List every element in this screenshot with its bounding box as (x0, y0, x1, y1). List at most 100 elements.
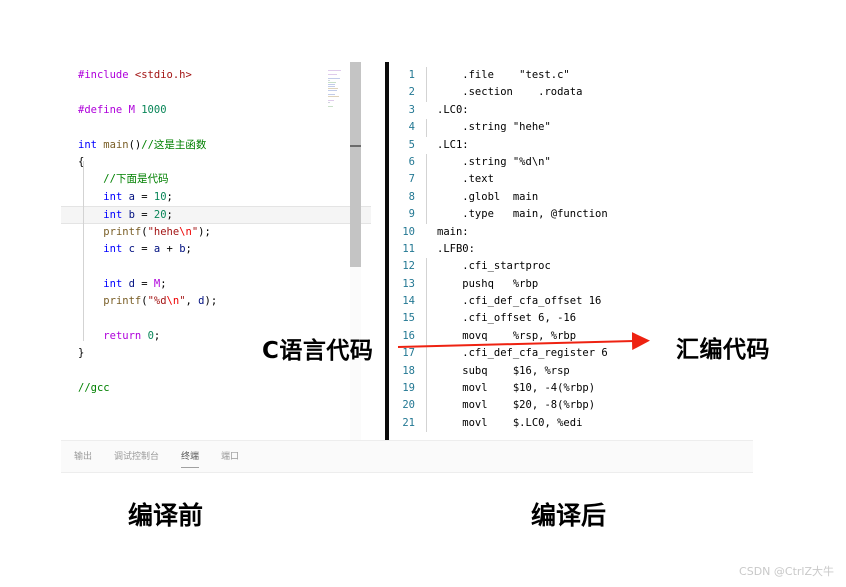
line-number: 1 (408, 69, 415, 81)
line-number: 15 (402, 312, 415, 325)
code-line[interactable] (78, 84, 371, 101)
assembly-line[interactable]: 4 .string "hehe" (389, 119, 608, 137)
assembly-line[interactable]: 19 movl $10, -4(%rbp) (389, 380, 608, 398)
assembly-line[interactable]: 2 .section .rodata (389, 84, 608, 102)
code-token: 10 (153, 190, 167, 203)
line-number: 5 (408, 138, 415, 151)
c-source-editor-pane[interactable]: #include <stdio.h> #define M 1000 int ma… (61, 62, 371, 440)
line-number: 9 (408, 208, 415, 221)
assembly-text: .cfi_def_cfa_offset 16 (437, 295, 602, 308)
assembly-text: movq %rsp, %rbp (437, 329, 577, 342)
assembly-text: .LFB0: (437, 242, 475, 255)
panel-tab-active[interactable]: 终端 (181, 449, 200, 468)
line-number: 3 (408, 103, 415, 116)
assembly-text: .file "test.c" (437, 69, 570, 81)
caption-c-language-code: C语言代码 (262, 338, 374, 364)
code-token: ; (166, 190, 173, 203)
code-token: printf (103, 295, 142, 308)
code-token: "hehe (147, 225, 180, 238)
assembly-text: .text (437, 173, 494, 186)
code-token: \n (166, 295, 180, 308)
assembly-text: .section .rodata (437, 86, 583, 99)
assembly-text: pushq %rbp (437, 277, 539, 290)
assembly-line[interactable]: 5 .LC1: (389, 137, 608, 154)
code-line[interactable]: int b = 20; (61, 206, 371, 224)
code-token: printf (103, 225, 142, 238)
assembly-line[interactable]: 21 movl $.LC0, %edi (389, 414, 608, 433)
code-line[interactable]: int d = M; (78, 276, 371, 293)
assembly-line[interactable]: 8 .globl main (389, 188, 608, 207)
assembly-text: .string "%d\n" (437, 155, 551, 168)
line-number: 4 (408, 121, 415, 134)
line-number: 7 (408, 173, 415, 186)
assembly-code-rows[interactable]: 1 .file "test.c" 2 .section .rodata 3 .LC0:… (389, 67, 608, 433)
code-line[interactable] (78, 258, 371, 275)
line-number: 19 (402, 382, 415, 395)
code-token: , (185, 295, 199, 308)
code-token: int (103, 277, 123, 290)
line-number: 18 (402, 364, 415, 377)
code-line[interactable]: //gcc (78, 380, 371, 397)
code-token: #define (78, 103, 129, 116)
line-number: 13 (402, 277, 415, 290)
assembly-text: .LC1: (437, 138, 469, 151)
label-before-compile: 编译前 (128, 501, 204, 530)
assembly-line[interactable]: 15 .cfi_offset 6, -16 (389, 310, 608, 328)
assembly-line[interactable]: 20 movl $20, -8(%rbp) (389, 397, 608, 415)
code-token: () (128, 138, 142, 151)
code-token: = (134, 190, 154, 203)
code-line[interactable]: printf("hehe\n"); (78, 224, 371, 241)
assembly-line[interactable]: 12 .cfi_startproc (389, 258, 608, 276)
code-token: = (134, 209, 154, 222)
code-line[interactable] (78, 363, 371, 380)
assembly-line[interactable]: 11 .LFB0: (389, 241, 608, 258)
assembly-text: .globl main (437, 190, 539, 203)
panel-tab-item[interactable]: 调试控制台 (114, 449, 159, 465)
code-token: } (78, 347, 85, 360)
line-number: 10 (402, 225, 415, 238)
code-token: ); (198, 225, 211, 238)
panel-tab-item[interactable]: 输出 (74, 449, 92, 465)
code-token: int (103, 242, 123, 255)
caption-assembly-code: 汇编代码 (676, 337, 770, 363)
assembly-line[interactable]: 6 .string "%d\n" (389, 153, 608, 172)
assembly-line[interactable]: 10 main: (389, 224, 608, 241)
code-token: + (160, 242, 180, 255)
assembly-text: movl $10, -4(%rbp) (437, 382, 596, 395)
code-line[interactable] (78, 119, 371, 136)
assembly-line[interactable]: 1 .file "test.c" (389, 67, 608, 85)
code-line[interactable]: int main()//这是主函数 (78, 137, 371, 154)
assembly-editor-pane[interactable]: 1 .file "test.c" 2 .section .rodata 3 .LC0:… (389, 62, 753, 440)
code-token: = (134, 277, 154, 290)
assembly-line[interactable]: 14 .cfi_def_cfa_offset 16 (389, 293, 608, 311)
editor-scrollbar-thumb[interactable] (350, 62, 361, 267)
assembly-line[interactable]: 7 .text (389, 171, 608, 189)
assembly-text: subq $16, %rsp (437, 364, 570, 377)
assembly-line[interactable]: 18 subq $16, %rsp (389, 362, 608, 381)
code-line[interactable]: int c = a + b; (78, 241, 371, 258)
code-token: \n (179, 225, 192, 238)
code-token: "%d (147, 295, 167, 308)
code-line[interactable]: #define M 1000 (78, 102, 371, 119)
editor-scrollbar-marker (350, 145, 361, 147)
code-token: //gcc (78, 382, 110, 395)
code-line[interactable]: #include <stdio.h> (78, 67, 371, 84)
panel-tab-item[interactable]: 端口 (221, 449, 239, 465)
code-line[interactable]: //下面是代码 (78, 171, 371, 188)
code-token: int (103, 209, 123, 222)
assembly-line[interactable]: 9 .type main, @function (389, 206, 608, 224)
code-line[interactable]: int a = 10; (78, 189, 371, 206)
assembly-line[interactable]: 17 .cfi_def_cfa_register 6 (389, 345, 608, 363)
assembly-line[interactable]: 13 pushq %rbp (389, 275, 608, 294)
assembly-line[interactable]: 16 movq %rsp, %rbp (389, 327, 608, 346)
code-line[interactable] (78, 310, 371, 327)
assembly-line[interactable]: 3 .LC0: (389, 102, 608, 119)
indent-guide (83, 161, 84, 341)
code-line[interactable]: printf("%d\n", d); (78, 293, 371, 310)
code-token: return (103, 329, 142, 342)
code-line[interactable]: { (78, 154, 371, 171)
